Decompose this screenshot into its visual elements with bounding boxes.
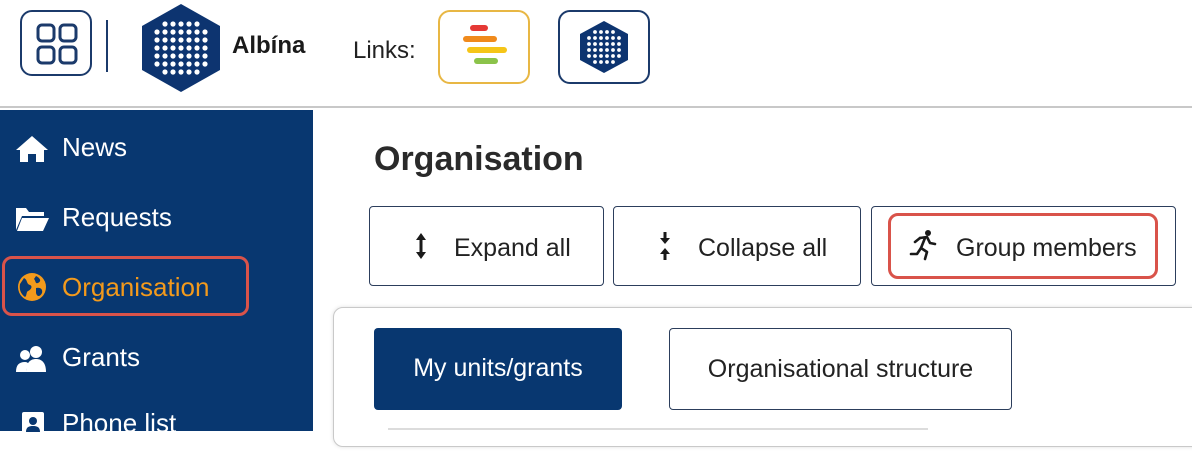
sidebar-item-label: Grants bbox=[62, 342, 141, 372]
expand-all-label: Expand all bbox=[454, 234, 571, 262]
phone-book-icon bbox=[22, 412, 44, 440]
sidebar-item-phone-list[interactable]: Phone list bbox=[0, 396, 313, 452]
apps-grid-icon bbox=[36, 23, 78, 65]
users-icon bbox=[16, 346, 46, 372]
links-label: Links: bbox=[353, 37, 416, 64]
sidebar-item-label: News bbox=[62, 132, 128, 162]
globe-icon bbox=[18, 273, 46, 301]
expand-arrows-icon bbox=[416, 233, 426, 259]
folder-open-icon bbox=[16, 208, 49, 231]
albina-logo-icon bbox=[142, 4, 220, 92]
albina-link-icon bbox=[580, 21, 628, 73]
page-title: Organisation bbox=[374, 140, 584, 178]
tab-my-units-grants[interactable]: My units/grants bbox=[374, 328, 622, 410]
group-members-button[interactable]: Group members bbox=[871, 206, 1176, 286]
tab-organisational-structure[interactable]: Organisational structure bbox=[669, 328, 1012, 410]
sidebar-item-news[interactable]: News bbox=[0, 120, 313, 176]
collapse-all-button[interactable]: Collapse all bbox=[613, 206, 861, 286]
running-person-icon bbox=[909, 230, 937, 261]
top-bar: Albína Links: bbox=[0, 0, 1192, 108]
sidebar-item-organisation[interactable]: Organisation bbox=[0, 256, 313, 316]
panel-divider bbox=[388, 428, 928, 430]
home-icon bbox=[16, 136, 48, 162]
group-members-label: Group members bbox=[956, 234, 1137, 262]
avalanche-report-link[interactable] bbox=[438, 10, 530, 84]
sidebar: News Requests Organisation Grants Phone … bbox=[0, 110, 313, 440]
sidebar-item-label: Phone list bbox=[62, 408, 177, 438]
sidebar-item-label: Requests bbox=[62, 202, 172, 232]
avalanche-report-link-icon bbox=[463, 25, 507, 64]
expand-all-button[interactable]: Expand all bbox=[369, 206, 604, 286]
sidebar-item-requests[interactable]: Requests bbox=[0, 190, 313, 246]
sidebar-item-grants[interactable]: Grants bbox=[0, 330, 313, 386]
header-divider bbox=[106, 20, 108, 72]
apps-grid-button[interactable] bbox=[20, 10, 92, 76]
sidebar-item-label: Organisation bbox=[62, 272, 210, 302]
brand-name[interactable]: Albína bbox=[232, 32, 305, 60]
collapse-arrows-icon bbox=[660, 232, 670, 260]
albina-link[interactable] bbox=[558, 10, 650, 84]
collapse-all-label: Collapse all bbox=[698, 234, 828, 262]
